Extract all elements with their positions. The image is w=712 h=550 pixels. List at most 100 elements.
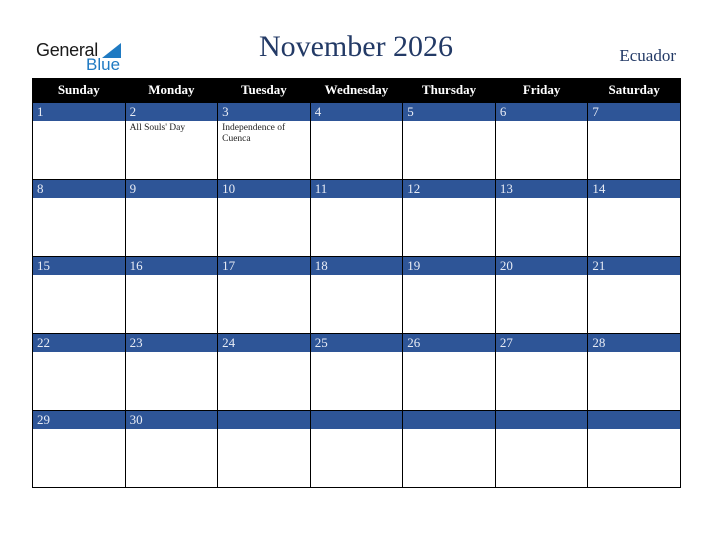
day-number: 28: [588, 334, 680, 352]
weekday-header: Thursday: [402, 78, 496, 103]
day-cell: 28: [587, 333, 681, 411]
day-number: 23: [125, 334, 218, 352]
day-number: 6: [495, 103, 588, 121]
day-number: 14: [588, 180, 680, 198]
day-cell: 2 All Souls' Day: [124, 102, 219, 180]
holiday-event: [126, 198, 218, 200]
holiday-event: [403, 275, 495, 277]
day-number: 20: [495, 257, 588, 275]
weekday-header: Saturday: [587, 78, 681, 103]
week-row: 29 30: [32, 410, 681, 488]
holiday-event: [218, 429, 310, 431]
day-cell: 1: [32, 102, 126, 180]
day-cell: [217, 410, 311, 488]
holiday-event: [403, 352, 495, 354]
day-cell: 15: [32, 256, 126, 334]
day-number: 19: [403, 257, 495, 275]
day-cell: 12: [402, 179, 496, 257]
day-number: 26: [403, 334, 495, 352]
holiday-event: Independence of Cuenca: [222, 123, 286, 144]
holiday-event: [218, 352, 310, 354]
holiday-event: [588, 429, 680, 431]
day-number: 29: [33, 411, 125, 429]
weekday-header: Wednesday: [309, 78, 404, 103]
holiday-event: All Souls' Day: [129, 123, 186, 133]
weekday-header: Friday: [494, 78, 589, 103]
day-number: [218, 411, 310, 429]
day-cell: 17: [217, 256, 311, 334]
day-cell: 18: [309, 256, 404, 334]
calendar-title: November 2026: [258, 30, 454, 63]
day-number: 1: [33, 103, 125, 121]
week-row: 1 2 All Souls' Day 3 Independence of Cuenca 4…: [32, 102, 681, 180]
day-cell: 19: [402, 256, 496, 334]
day-number: 17: [218, 257, 310, 275]
day-cell: 13: [494, 179, 589, 257]
day-cell: [587, 410, 681, 488]
weekday-header: Sunday: [32, 78, 126, 103]
holiday-event: [496, 198, 588, 200]
day-number: 3: [218, 103, 310, 121]
day-number: 21: [588, 257, 680, 275]
calendar-grid: Sunday Monday Tuesday Wednesday Thursday…: [32, 78, 681, 488]
weekday-header: Tuesday: [217, 78, 311, 103]
holiday-event: [496, 429, 588, 431]
day-cell: [309, 410, 404, 488]
holiday-event: [588, 121, 680, 123]
holiday-event: [588, 198, 680, 200]
holiday-event: [588, 275, 680, 277]
day-cell: 4: [309, 102, 404, 180]
weekday-header: Monday: [124, 78, 219, 103]
day-number: [588, 411, 680, 429]
day-cell: 8: [32, 179, 126, 257]
day-number: [403, 411, 495, 429]
day-cell: 20: [494, 256, 589, 334]
week-row: 15 16 17 18 19 20 21: [32, 256, 681, 334]
day-number: 16: [125, 257, 218, 275]
holiday-event: [126, 352, 218, 354]
day-number: [495, 411, 588, 429]
holiday-event: [311, 198, 403, 200]
day-number: 18: [310, 257, 403, 275]
day-cell: [402, 410, 496, 488]
day-cell: 21: [587, 256, 681, 334]
holiday-event: [33, 429, 125, 431]
day-number: 22: [33, 334, 125, 352]
holiday-event: [33, 352, 125, 354]
day-cell: 24: [217, 333, 311, 411]
day-number: [310, 411, 403, 429]
holiday-event: [218, 275, 310, 277]
holiday-event: [311, 352, 403, 354]
day-number: 8: [33, 180, 125, 198]
day-cell: 29: [32, 410, 126, 488]
day-cell: [494, 410, 589, 488]
holiday-event: [588, 352, 680, 354]
day-cell: 10: [217, 179, 311, 257]
day-number: 4: [310, 103, 403, 121]
day-cell: 30: [124, 410, 219, 488]
holiday-event: [403, 198, 495, 200]
day-cell: 22: [32, 333, 126, 411]
day-cell: 7: [587, 102, 681, 180]
holiday-event: [311, 275, 403, 277]
day-number: 9: [125, 180, 218, 198]
day-number: 5: [403, 103, 495, 121]
day-number: 24: [218, 334, 310, 352]
day-number: 27: [495, 334, 588, 352]
holiday-event: [403, 121, 495, 123]
holiday-event: [33, 121, 125, 123]
day-number: 25: [310, 334, 403, 352]
holiday-event: [496, 275, 588, 277]
country-label: Ecuador: [619, 46, 676, 65]
holiday-event: [496, 121, 588, 123]
day-cell: 3 Independence of Cuenca: [217, 102, 311, 180]
day-cell: 23: [124, 333, 219, 411]
holiday-event: [403, 429, 495, 431]
day-cell: 14: [587, 179, 681, 257]
holiday-event: [33, 198, 125, 200]
weekday-header-row: Sunday Monday Tuesday Wednesday Thursday…: [32, 78, 681, 103]
day-number: 10: [218, 180, 310, 198]
day-cell: 16: [124, 256, 219, 334]
holiday-event: [33, 275, 125, 277]
day-cell: 11: [309, 179, 404, 257]
